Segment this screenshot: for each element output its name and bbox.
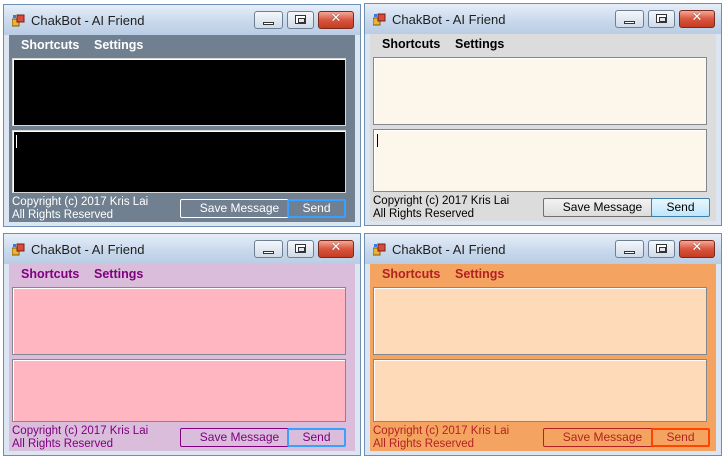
chakbot-window-default: ChakBot - AI Friend ✕ Shortcuts Settings… (364, 3, 722, 226)
close-icon: ✕ (691, 240, 703, 255)
send-button[interactable]: Send (651, 198, 710, 217)
window-title: ChakBot - AI Friend (392, 12, 506, 27)
send-button[interactable]: Send (287, 428, 346, 447)
close-icon: ✕ (330, 11, 342, 26)
title-bar[interactable]: ChakBot - AI Friend ✕ (365, 234, 721, 264)
title-bar[interactable]: ChakBot - AI Friend ✕ (365, 4, 721, 34)
menu-bar: Shortcuts Settings (9, 35, 355, 57)
window-title: ChakBot - AI Friend (31, 242, 145, 257)
copyright-line-1: Copyright (c) 2017 Kris Lai (373, 425, 510, 437)
window-title: ChakBot - AI Friend (31, 13, 145, 28)
title-bar[interactable]: ChakBot - AI Friend ✕ (4, 5, 360, 35)
menu-bar: Shortcuts Settings (9, 264, 355, 286)
send-button[interactable]: Send (287, 199, 346, 218)
menu-bar: Shortcuts Settings (370, 34, 716, 56)
chat-output-box[interactable] (12, 58, 346, 126)
close-icon: ✕ (691, 10, 703, 25)
copyright-line-2: All Rights Reserved (373, 208, 474, 220)
minimize-icon (263, 251, 274, 254)
text-caret (16, 135, 17, 148)
close-button[interactable]: ✕ (679, 240, 715, 258)
menu-settings[interactable]: Settings (94, 38, 143, 52)
copyright-line-1: Copyright (c) 2017 Kris Lai (12, 196, 149, 208)
app-icon (373, 243, 386, 256)
maximize-icon (295, 244, 306, 253)
maximize-button[interactable] (287, 11, 314, 29)
message-input[interactable] (373, 129, 707, 192)
save-message-button[interactable]: Save Message (543, 198, 662, 217)
message-input[interactable] (12, 130, 346, 193)
app-icon (12, 14, 25, 27)
chat-output-box[interactable] (373, 287, 707, 355)
app-icon (373, 13, 386, 26)
message-input[interactable] (12, 359, 346, 422)
menu-settings[interactable]: Settings (455, 37, 504, 51)
maximize-button[interactable] (287, 240, 314, 258)
save-message-button[interactable]: Save Message (543, 428, 662, 447)
client-area: Shortcuts Settings Copyright (c) 2017 Kr… (370, 34, 716, 221)
window-title: ChakBot - AI Friend (392, 242, 506, 257)
app-icon (12, 243, 25, 256)
close-button[interactable]: ✕ (318, 11, 354, 29)
minimize-button[interactable] (254, 11, 283, 29)
chakbot-window-pink: ChakBot - AI Friend ✕ Shortcuts Settings… (3, 233, 361, 456)
send-button[interactable]: Send (651, 428, 710, 447)
message-input[interactable] (373, 359, 707, 422)
menu-settings[interactable]: Settings (94, 267, 143, 281)
maximize-button[interactable] (648, 10, 675, 28)
copyright-text: Copyright (c) 2017 Kris Lai All Rights R… (373, 195, 509, 221)
copyright-line-2: All Rights Reserved (373, 438, 474, 450)
maximize-icon (656, 14, 667, 23)
chakbot-window-orange: ChakBot - AI Friend ✕ Shortcuts Settings… (364, 233, 722, 456)
menu-settings[interactable]: Settings (455, 267, 504, 281)
maximize-icon (656, 244, 667, 253)
chakbot-window-dark: ChakBot - AI Friend ✕ Shortcuts Settings… (3, 4, 361, 227)
client-area: Shortcuts Settings Copyright (c) 2017 Kr… (9, 264, 355, 451)
chat-output-box[interactable] (12, 287, 346, 355)
menu-bar: Shortcuts Settings (370, 264, 716, 286)
minimize-icon (624, 21, 635, 24)
minimize-icon (263, 22, 274, 25)
title-bar[interactable]: ChakBot - AI Friend ✕ (4, 234, 360, 264)
minimize-icon (624, 251, 635, 254)
copyright-line-1: Copyright (c) 2017 Kris Lai (373, 195, 510, 207)
menu-shortcuts[interactable]: Shortcuts (382, 267, 440, 281)
close-icon: ✕ (330, 240, 342, 255)
copyright-text: Copyright (c) 2017 Kris Lai All Rights R… (373, 425, 509, 451)
close-button[interactable]: ✕ (318, 240, 354, 258)
client-area: Shortcuts Settings Copyright (c) 2017 Kr… (9, 35, 355, 222)
close-button[interactable]: ✕ (679, 10, 715, 28)
save-message-button[interactable]: Save Message (180, 428, 299, 447)
save-message-button[interactable]: Save Message (180, 199, 299, 218)
copyright-text: Copyright (c) 2017 Kris Lai All Rights R… (12, 425, 148, 451)
minimize-button[interactable] (254, 240, 283, 258)
copyright-line-2: All Rights Reserved (12, 438, 113, 450)
menu-shortcuts[interactable]: Shortcuts (382, 37, 440, 51)
menu-shortcuts[interactable]: Shortcuts (21, 38, 79, 52)
chat-output-box[interactable] (373, 57, 707, 125)
maximize-button[interactable] (648, 240, 675, 258)
menu-shortcuts[interactable]: Shortcuts (21, 267, 79, 281)
minimize-button[interactable] (615, 10, 644, 28)
text-caret (377, 134, 378, 147)
copyright-line-2: All Rights Reserved (12, 209, 113, 221)
maximize-icon (295, 15, 306, 24)
minimize-button[interactable] (615, 240, 644, 258)
copyright-text: Copyright (c) 2017 Kris Lai All Rights R… (12, 196, 148, 222)
copyright-line-1: Copyright (c) 2017 Kris Lai (12, 425, 149, 437)
client-area: Shortcuts Settings Copyright (c) 2017 Kr… (370, 264, 716, 451)
